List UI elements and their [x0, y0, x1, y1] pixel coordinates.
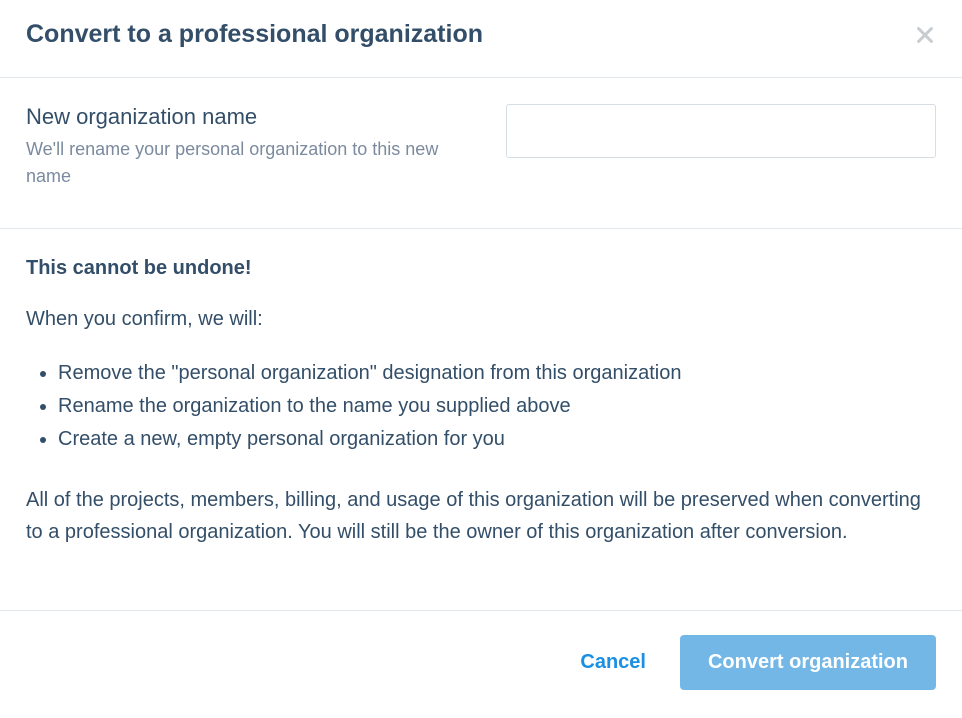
- list-item: Remove the "personal organization" desig…: [58, 357, 936, 390]
- modal-header: Convert to a professional organization: [0, 0, 962, 78]
- action-list: Remove the "personal organization" desig…: [26, 357, 936, 456]
- org-name-input[interactable]: [506, 104, 936, 158]
- org-name-label: New organization name: [26, 104, 446, 130]
- convert-organization-modal: Convert to a professional organization N…: [0, 0, 962, 718]
- modal-title: Convert to a professional organization: [26, 20, 483, 49]
- org-name-description: We'll rename your personal organization …: [26, 136, 446, 190]
- confirm-intro: When you confirm, we will:: [26, 308, 936, 331]
- list-item: Rename the organization to the name you …: [58, 390, 936, 423]
- modal-footer: Cancel Convert organization: [0, 610, 962, 718]
- preservation-paragraph: All of the projects, members, billing, a…: [26, 484, 936, 548]
- org-name-section: New organization name We'll rename your …: [0, 78, 962, 229]
- modal-body: This cannot be undone! When you confirm,…: [0, 229, 962, 610]
- list-item: Create a new, empty personal organizatio…: [58, 423, 936, 456]
- convert-organization-button[interactable]: Convert organization: [680, 635, 936, 690]
- warning-heading: This cannot be undone!: [26, 257, 936, 280]
- cancel-button[interactable]: Cancel: [574, 641, 652, 684]
- org-name-label-block: New organization name We'll rename your …: [26, 104, 446, 190]
- close-icon[interactable]: [914, 24, 936, 46]
